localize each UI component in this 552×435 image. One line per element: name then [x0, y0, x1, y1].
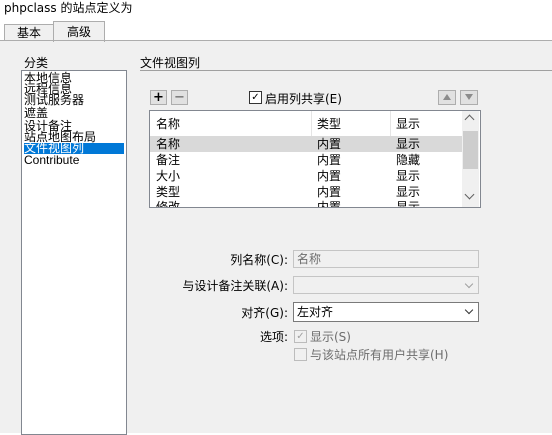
- cell-name: 名称: [156, 137, 181, 151]
- scroll-down-icon[interactable]: [464, 189, 475, 200]
- title-bar: phpclass 的站点定义为: [0, 0, 552, 20]
- cell-show: 显示: [396, 185, 421, 199]
- remove-column-button[interactable]: −: [171, 90, 188, 105]
- associate-select[interactable]: [293, 276, 479, 294]
- columns-table[interactable]: 名称 类型 显示 名称 内置 显示 备注 内置 隐藏 大小 内置 显示 类型 内…: [149, 110, 481, 208]
- share-with-users-label[interactable]: 与该站点所有用户共享(H): [310, 346, 448, 363]
- table-row[interactable]: 名称 内置 显示: [150, 136, 462, 152]
- align-value: 左对齐: [297, 305, 334, 319]
- minus-icon: −: [174, 90, 185, 105]
- cell-type: 内置: [317, 200, 342, 208]
- category-item-testing-server[interactable]: 测试服务器: [24, 94, 84, 106]
- section-title: 文件视图列: [140, 56, 201, 70]
- move-down-button[interactable]: [460, 90, 478, 105]
- scroll-thumb[interactable]: [463, 131, 478, 169]
- cell-name: 备注: [156, 153, 181, 167]
- cell-show: 隐藏: [396, 153, 421, 167]
- column-header-name[interactable]: 名称: [156, 115, 180, 132]
- cell-show: 显示: [396, 137, 421, 151]
- category-item-cloaking[interactable]: 遮盖: [24, 107, 48, 119]
- enable-sharing-label[interactable]: 启用列共享(E): [265, 90, 342, 107]
- show-label[interactable]: 显示(S): [310, 328, 351, 345]
- table-row[interactable]: 大小 内置 显示: [150, 168, 462, 184]
- scroll-up-icon[interactable]: [464, 114, 475, 125]
- tab-advanced[interactable]: 高级: [53, 21, 105, 42]
- cell-name: 类型: [156, 185, 181, 199]
- window-title: phpclass 的站点定义为: [4, 1, 133, 15]
- cell-type: 内置: [317, 137, 342, 151]
- category-item-contribute[interactable]: Contribute: [24, 154, 79, 166]
- plus-icon: +: [153, 90, 164, 105]
- check-icon: ✓: [251, 92, 260, 103]
- column-header-type[interactable]: 类型: [317, 115, 341, 132]
- cell-name: 大小: [156, 169, 181, 183]
- table-scrollbar[interactable]: [462, 111, 479, 207]
- arrow-up-icon: [443, 94, 451, 100]
- tab-strip-border: [0, 40, 552, 41]
- table-row[interactable]: 修改 内置 显示: [150, 199, 462, 208]
- cell-show: 显示: [396, 200, 421, 208]
- show-checkbox[interactable]: ✓: [294, 330, 307, 343]
- category-label: 分类: [24, 56, 49, 70]
- table-row[interactable]: 类型 内置 显示: [150, 184, 462, 200]
- header-separator: [390, 111, 391, 137]
- cell-show: 显示: [396, 169, 421, 183]
- chevron-down-icon: [464, 305, 474, 315]
- enable-sharing-checkbox[interactable]: ✓: [249, 91, 262, 104]
- table-row[interactable]: 备注 内置 隐藏: [150, 152, 462, 168]
- share-with-users-checkbox[interactable]: [294, 348, 307, 361]
- align-select[interactable]: 左对齐: [293, 302, 479, 322]
- move-up-button[interactable]: [438, 90, 456, 105]
- cell-type: 内置: [317, 185, 342, 199]
- check-icon: ✓: [296, 331, 305, 342]
- add-column-button[interactable]: +: [150, 90, 167, 105]
- column-name-field[interactable]: 名称: [293, 250, 479, 268]
- align-label: 对齐(G):: [241, 306, 288, 320]
- section-divider: [140, 70, 552, 71]
- cell-type: 内置: [317, 169, 342, 183]
- column-header-show[interactable]: 显示: [396, 115, 420, 132]
- header-separator: [311, 111, 312, 137]
- options-label: 选项:: [259, 330, 288, 344]
- column-name-label: 列名称(C):: [230, 253, 288, 267]
- arrow-down-icon: [465, 94, 473, 100]
- cell-type: 内置: [317, 153, 342, 167]
- category-list[interactable]: 本地信息 远程信息 测试服务器 遮盖 设计备注 站点地图布局 文件视图列 Con…: [21, 70, 127, 435]
- tab-basic[interactable]: 基本: [4, 24, 54, 41]
- chevron-down-icon: [464, 279, 474, 289]
- cell-name: 修改: [156, 200, 181, 208]
- associate-label: 与设计备注关联(A):: [182, 279, 288, 293]
